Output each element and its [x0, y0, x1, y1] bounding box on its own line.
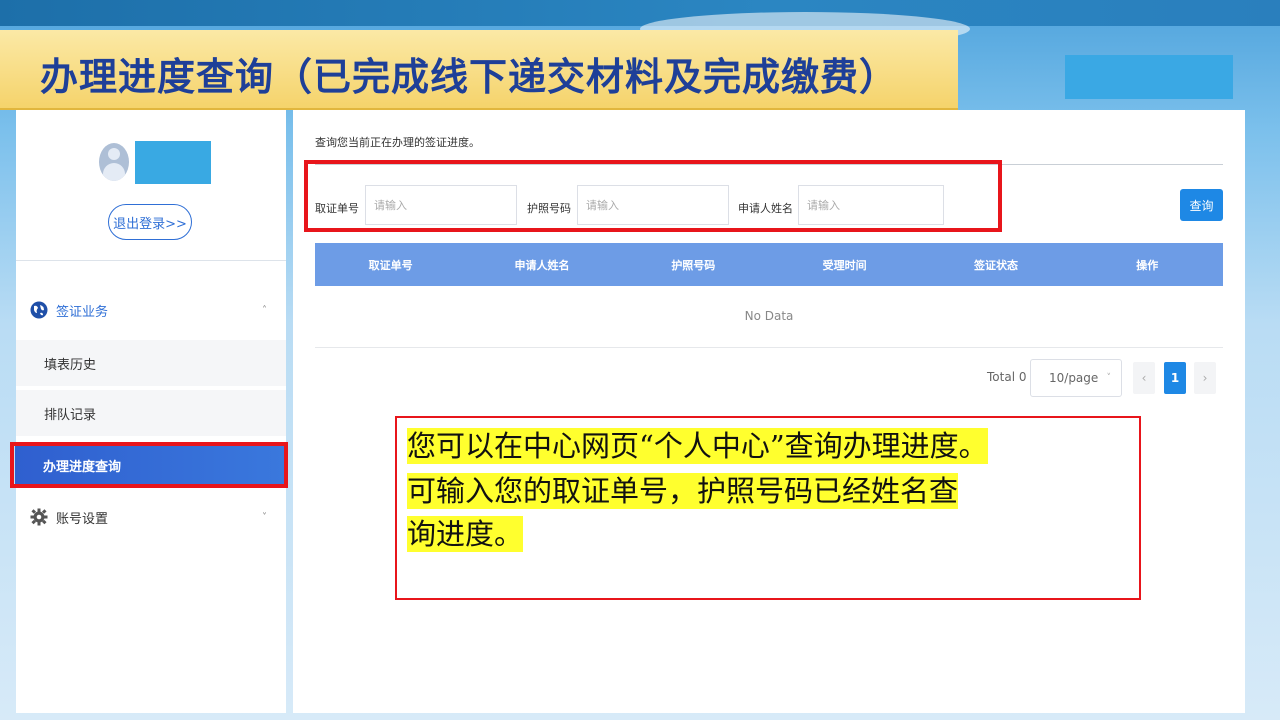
column-header[interactable]: 操作: [1072, 257, 1223, 273]
sidebar-item-queue-records[interactable]: 排队记录: [16, 390, 286, 436]
page-size-value: 10/page: [1049, 371, 1099, 385]
chevron-up-icon: ˄: [262, 304, 267, 316]
prev-page-button[interactable]: ‹: [1133, 362, 1155, 394]
active-item-highlight-outline: [10, 442, 288, 488]
callout-line: 您可以在中心网页“个人中心”查询办理进度。: [407, 428, 988, 464]
top-banner-strip: [0, 0, 1280, 26]
sidebar-group-account-settings[interactable]: 账号设置 ˅: [16, 497, 286, 537]
sidebar-group-label: 账号设置: [56, 511, 109, 527]
query-button[interactable]: 查询: [1180, 189, 1223, 221]
gear-icon: [30, 508, 48, 526]
page-size-select[interactable]: 10/page ˅: [1030, 359, 1122, 397]
pagination-total: Total 0: [987, 370, 1027, 384]
sidebar-item-form-history[interactable]: 填表历史: [16, 340, 286, 386]
column-header[interactable]: 签证状态: [920, 257, 1071, 273]
next-page-button[interactable]: ›: [1194, 362, 1216, 394]
column-header[interactable]: 护照号码: [618, 257, 769, 273]
table-empty-text: No Data: [744, 309, 794, 323]
globe-icon: [30, 301, 48, 319]
sidebar-item-label: 填表历史: [44, 357, 97, 373]
search-area-highlight-outline: [304, 160, 1002, 232]
table-bottom-line: [315, 347, 1223, 348]
sidebar-group-label: 签证业务: [56, 304, 109, 320]
chevron-down-icon: ˅: [1106, 373, 1112, 383]
callout-line: 询进度。: [407, 516, 524, 552]
sidebar: 退出登录>> 签证业务 ˄ 填表历史 排队记录 办理进度查询 账号设置 ˅: [15, 110, 286, 713]
logout-button[interactable]: 退出登录>>: [108, 204, 192, 240]
title-decoration-block: [1065, 55, 1233, 99]
page-number-button[interactable]: 1: [1164, 362, 1186, 394]
column-header[interactable]: 申请人姓名: [466, 257, 617, 273]
avatar[interactable]: [99, 143, 129, 181]
column-header[interactable]: 受理时间: [769, 257, 920, 273]
sidebar-group-visa-business[interactable]: 签证业务 ˄: [16, 290, 286, 330]
sidebar-item-label: 排队记录: [44, 407, 97, 423]
table-header: 取证单号 申请人姓名 护照号码 受理时间 签证状态 操作: [315, 243, 1223, 286]
chevron-down-icon: ˅: [262, 511, 267, 523]
column-header[interactable]: 取证单号: [315, 257, 466, 273]
page-title: 办理进度查询（已完成线下递交材料及完成缴费）: [40, 54, 899, 99]
username-redacted-block: [135, 141, 211, 184]
callout-line: 可输入您的取证单号，护照号码已经姓名查: [407, 473, 959, 509]
panel-description: 查询您当前正在办理的签证进度。: [315, 136, 480, 149]
sidebar-divider: [16, 260, 286, 261]
instruction-callout: 您可以在中心网页“个人中心”查询办理进度。 可输入您的取证单号，护照号码已经姓名…: [395, 416, 1141, 600]
